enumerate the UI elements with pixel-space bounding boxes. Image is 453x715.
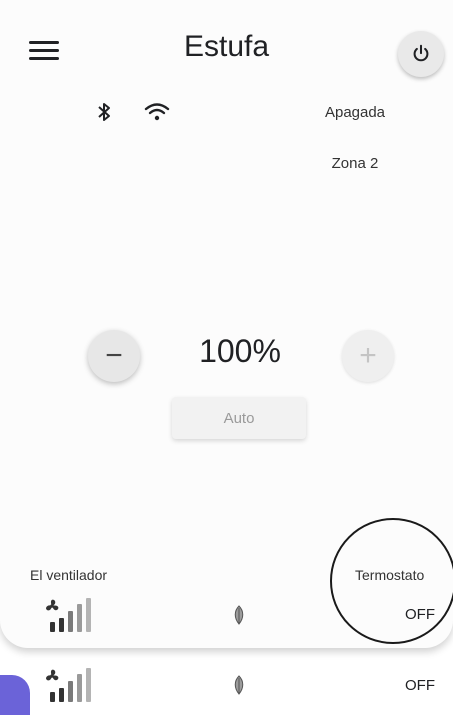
stove-control-card: Estufa Apagada Zona 2 − 100% + Auto El v… [0,0,453,648]
power-level: 100% [199,333,281,369]
auto-button[interactable]: Auto [172,397,306,439]
fan-label: El ventilador [30,567,108,583]
zone-label: Zona 2 [331,155,379,172]
stove-state: Apagada [324,104,386,121]
fan-speed-icon[interactable] [40,666,96,704]
highlight-circle [330,518,453,644]
thermostat-value[interactable]: OFF [385,677,435,694]
background-accent [0,675,30,715]
power-icon [413,44,429,62]
decrease-power-button[interactable]: − [88,330,140,382]
leaf-icon[interactable] [232,675,246,695]
page-title: Estufa [183,30,270,63]
fan-speed-icon[interactable] [40,596,96,634]
increase-power-button[interactable]: + [342,330,394,382]
power-button[interactable] [398,31,444,77]
wifi-icon [144,103,170,121]
bluetooth-icon [98,103,110,121]
leaf-icon[interactable] [232,605,246,625]
